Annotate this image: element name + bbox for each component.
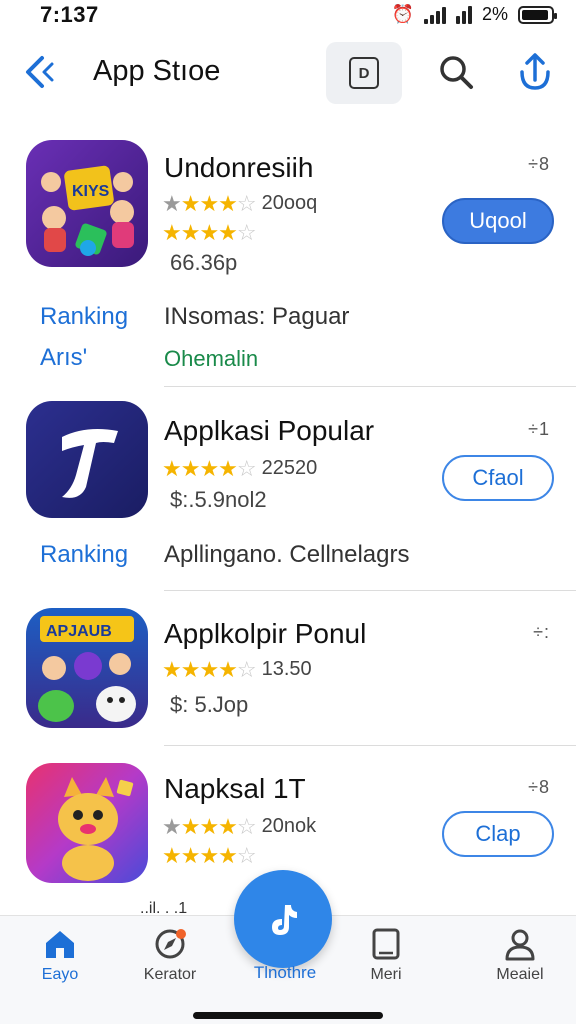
tab-library[interactable]: Meri: [336, 916, 436, 996]
ranking-label[interactable]: Ranking: [40, 541, 128, 569]
battery-percent: 2%: [481, 4, 508, 24]
rating-count: 22520: [261, 457, 318, 479]
status-bar: 7:137 ⏰ 2%: [0, 0, 576, 30]
svg-text:APJAUB: APJAUB: [46, 623, 112, 640]
star-rating: ★★★★☆: [162, 813, 257, 839]
battery-icon: [518, 5, 557, 24]
app-icon-music[interactable]: [26, 401, 148, 518]
search-button[interactable]: [436, 52, 476, 92]
tab-home[interactable]: Eayo: [10, 916, 110, 996]
share-button[interactable]: [514, 50, 556, 94]
alarm-icon: ⏰: [391, 4, 414, 24]
status-time: 7:137: [40, 2, 99, 27]
nav-bar: App Stıoe D: [0, 38, 576, 108]
tab-explore[interactable]: Kerator: [120, 916, 220, 996]
ranking-label[interactable]: Ranking: [40, 303, 128, 331]
get-button[interactable]: Clap: [442, 811, 554, 857]
app-name[interactable]: Applkasi Popular: [164, 415, 374, 447]
tab-label: Eayo: [41, 966, 79, 983]
rating-row: ★ ★★★ ☆ 20ooq: [162, 192, 317, 215]
tab-profile[interactable]: Meaiel: [470, 916, 570, 996]
rating-row-secondary: ★★★★ ☆: [162, 843, 257, 868]
more-options-icon[interactable]: ÷8: [528, 154, 550, 175]
star-rating: ★★★★☆: [162, 843, 257, 868]
share-icon: [520, 53, 550, 90]
app-name[interactable]: Napksal 1T: [164, 773, 306, 805]
app-size: 66.36p: [170, 250, 238, 275]
compass-icon: [155, 929, 186, 959]
center-action-button[interactable]: [234, 870, 332, 968]
app-icon-kids-game[interactable]: KIYS: [26, 140, 148, 267]
divider: [164, 386, 576, 387]
document-button[interactable]: D: [326, 42, 402, 104]
app-icon-cat-game[interactable]: [26, 763, 148, 883]
rating-row-secondary: ★★★★ ☆: [162, 220, 257, 245]
app-size: $:.5.9nol2: [170, 487, 267, 512]
page-title: App Stıoe: [93, 55, 221, 87]
app-name[interactable]: Applkolpir Ponul: [164, 618, 366, 650]
star-rating: ★★★★☆: [162, 220, 257, 245]
get-button[interactable]: Cfaol: [442, 455, 554, 501]
tiktok-icon: [272, 905, 297, 935]
tab-label: Kerator: [143, 966, 197, 983]
rating-count: 20nok: [261, 815, 317, 837]
wifi-signal-icon: [455, 5, 472, 24]
divider: [164, 590, 576, 591]
star-rating: ★★★★☆: [162, 190, 257, 216]
ranking-text: Apllingano. Cellnelagrs: [164, 541, 410, 568]
rating-row: ★ ★★★ ☆ 20nok: [162, 815, 316, 838]
document-icon: D: [349, 57, 379, 89]
rating-row: ★★★★ ☆ 13.50: [162, 658, 312, 681]
rating-count: 20ooq: [261, 192, 318, 214]
category-label[interactable]: Arıs': [40, 344, 87, 372]
get-button[interactable]: Uqool: [442, 198, 554, 244]
person-icon: [505, 929, 535, 961]
rating-row: ★★★★ ☆ 22520: [162, 457, 317, 480]
rating-count: 13.50: [261, 658, 312, 680]
more-options-icon[interactable]: ÷8: [528, 777, 550, 798]
star-rating: ★★★★☆: [162, 656, 257, 682]
svg-text:KIYS: KIYS: [72, 183, 110, 200]
more-options-icon[interactable]: ÷1: [528, 419, 550, 440]
divider: [164, 745, 576, 746]
tab-label: Meri: [370, 966, 402, 983]
tab-label-center[interactable]: Tlnothre: [240, 963, 330, 983]
tab-label: Meaiel: [496, 966, 544, 983]
home-indicator: [193, 1012, 383, 1019]
status-icons: ⏰ 2%: [391, 4, 557, 25]
app-icon-cartoon-game[interactable]: APJAUB: [26, 608, 148, 728]
back-button[interactable]: [18, 52, 58, 92]
app-size: $: 5.Jop: [170, 692, 249, 717]
app-name[interactable]: Undonresiih: [164, 152, 313, 184]
chevron-left-icon: [26, 56, 54, 88]
cellular-signal-icon: [423, 6, 446, 24]
home-icon: [46, 931, 74, 958]
star-rating: ★★★★☆: [162, 455, 257, 481]
search-icon: [440, 56, 473, 89]
ranking-text: INsomas: Paguar: [164, 303, 350, 330]
more-options-icon[interactable]: ÷:: [533, 622, 550, 643]
book-icon: [372, 928, 400, 960]
category-text: Ohemalin: [164, 346, 259, 371]
